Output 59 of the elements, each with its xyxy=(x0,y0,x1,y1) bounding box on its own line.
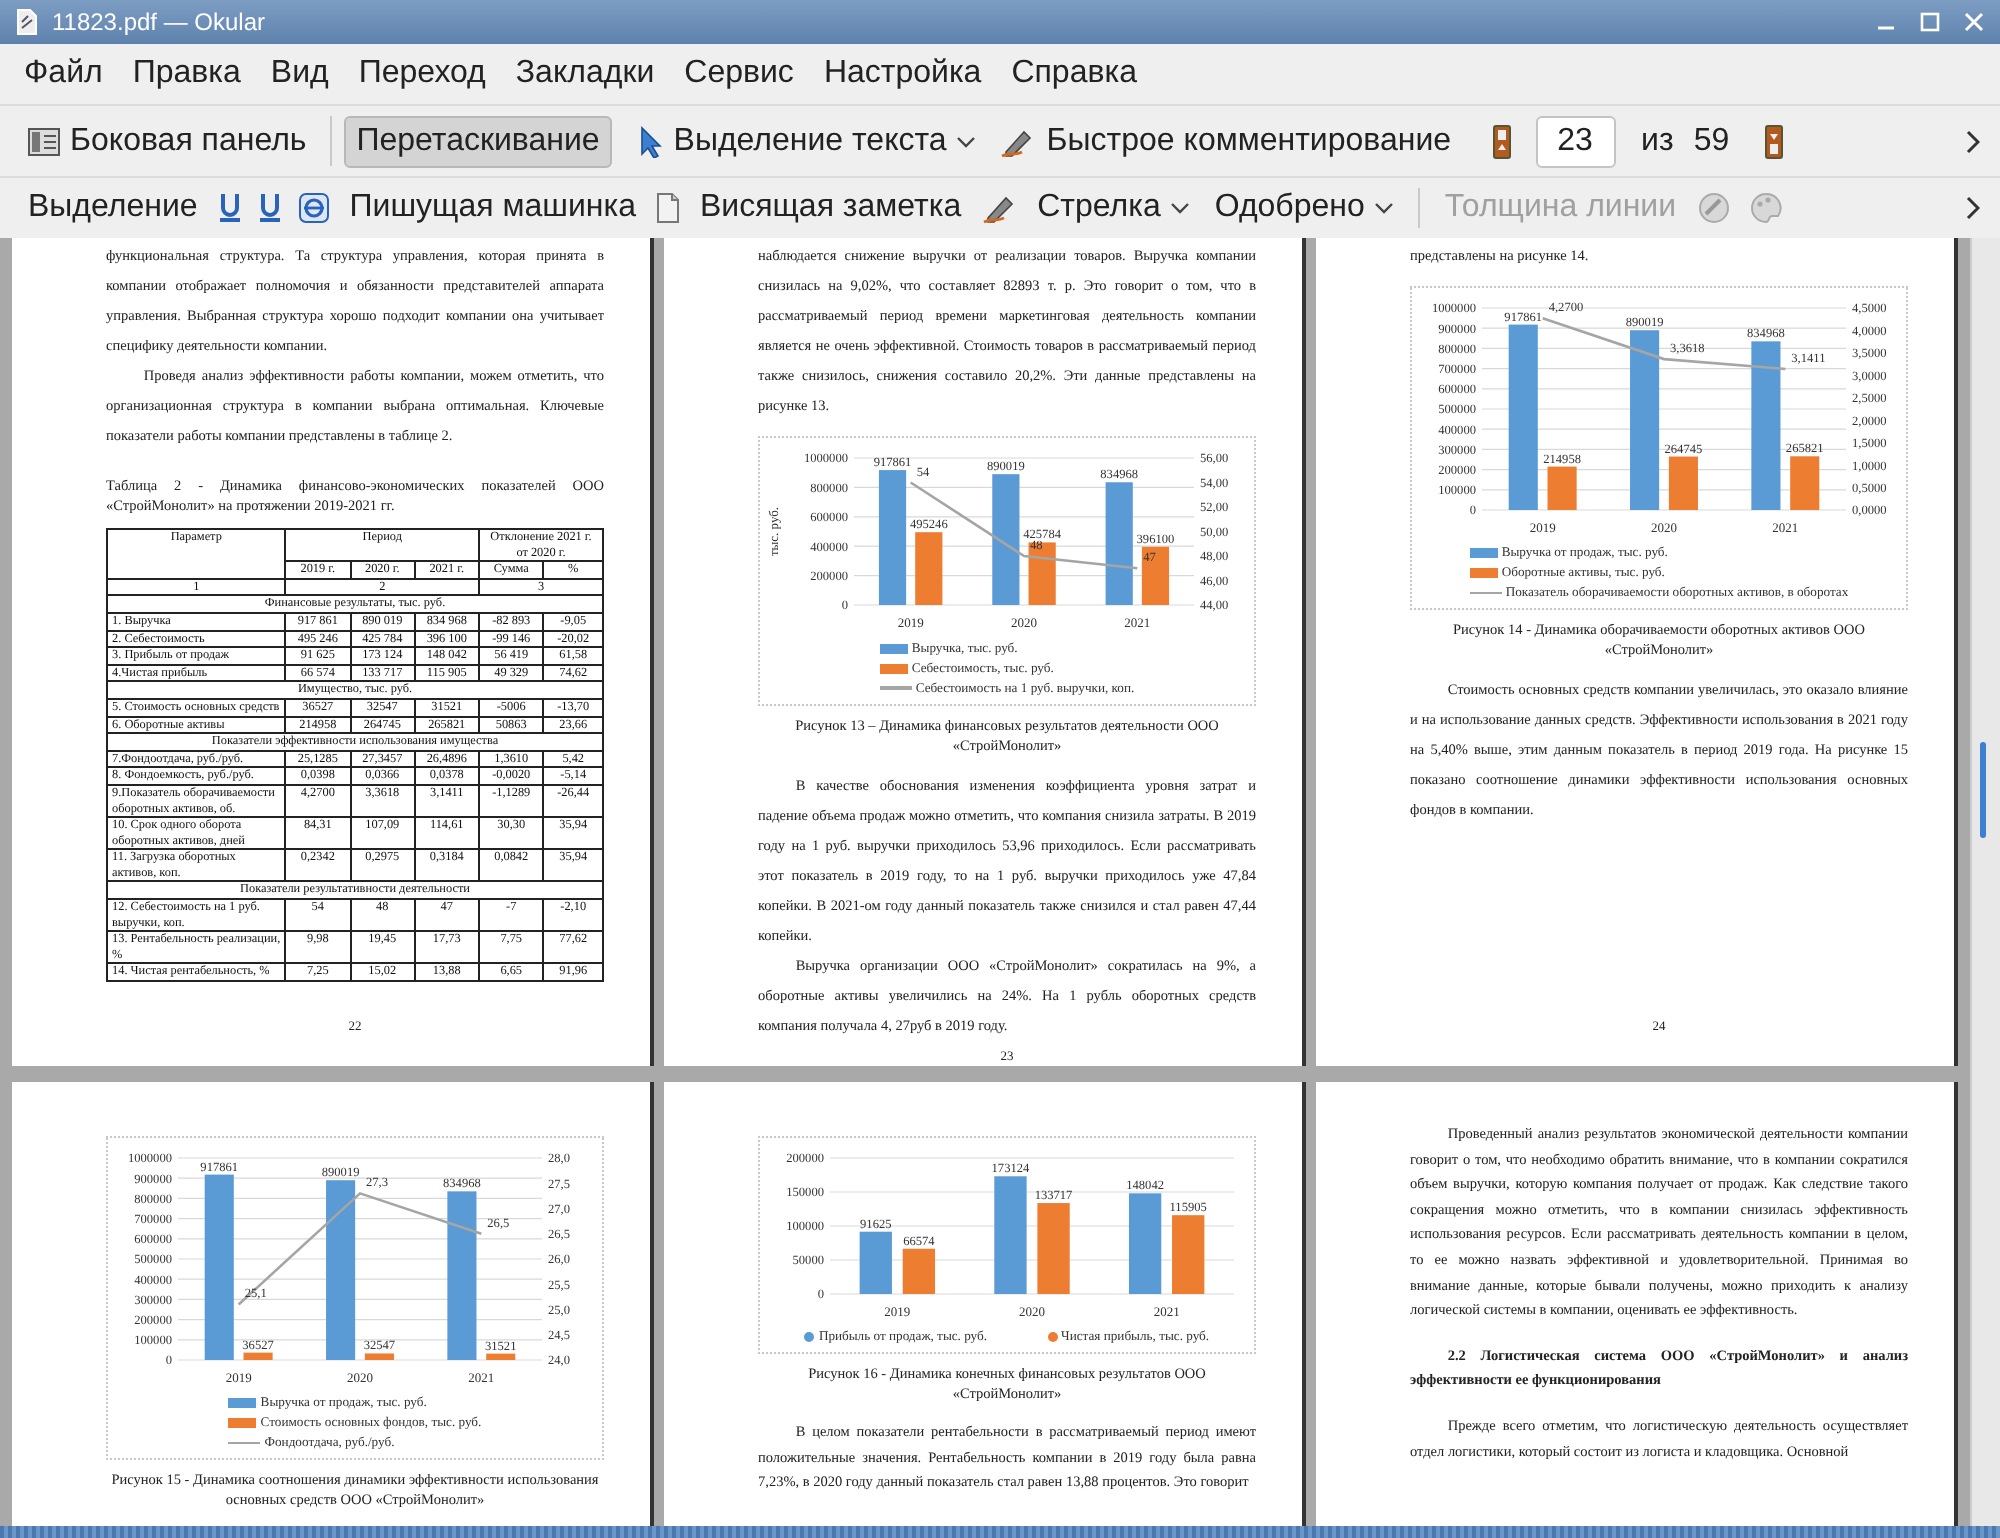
chart-bar xyxy=(1027,542,1055,605)
mode-button[interactable]: Выделение текста xyxy=(627,115,989,167)
chart-bar xyxy=(1667,456,1697,510)
annotation-tool-button[interactable]: Выделение xyxy=(16,182,210,234)
menu-item[interactable]: Сервис xyxy=(670,50,808,98)
annotation-tool-button[interactable]: Висящая заметка xyxy=(687,182,974,234)
menu-item[interactable]: Вид xyxy=(256,50,343,98)
previous-page-icon[interactable] xyxy=(1491,123,1512,159)
strikeout-icon[interactable] xyxy=(297,192,330,224)
chart-bar xyxy=(914,532,942,605)
app-icon xyxy=(12,8,40,36)
mode-button[interactable]: Перетаскивание xyxy=(344,115,612,167)
pen-icon xyxy=(1000,125,1037,157)
chart-bar xyxy=(991,474,1019,605)
annotation-tool-button[interactable]: Одобрено xyxy=(1202,182,1407,234)
close-icon[interactable] xyxy=(1964,12,1984,32)
chart-bar xyxy=(993,1176,1026,1294)
chart-bar xyxy=(1104,482,1132,605)
menu-item[interactable]: Справка xyxy=(997,50,1151,98)
chart-bar xyxy=(485,1353,515,1360)
chart-bar xyxy=(901,1248,935,1294)
menu-item[interactable]: Настройка xyxy=(809,50,996,98)
menu-item[interactable]: Переход xyxy=(344,50,500,98)
menu-item[interactable]: Закладки xyxy=(501,50,669,98)
note-icon xyxy=(655,192,680,224)
caret-icon[interactable] xyxy=(1374,200,1395,216)
caret-icon[interactable] xyxy=(1170,200,1191,216)
page-of-label: из xyxy=(1639,123,1676,159)
chevron-right-icon[interactable] xyxy=(1964,196,1980,220)
underline-icon[interactable] xyxy=(257,192,282,224)
tool-button[interactable]: Быстрое комментирование xyxy=(988,115,1464,167)
annotation-tool-button[interactable]: Стрелка xyxy=(1025,182,1203,234)
scrollbar[interactable] xyxy=(1970,238,2000,1526)
annotation-tool-button[interactable]: Пишущая машинка xyxy=(337,182,648,234)
maximize-icon[interactable] xyxy=(1920,12,1940,32)
sidebar-icon xyxy=(28,127,60,155)
mode-button[interactable]: Боковая панель xyxy=(16,115,319,167)
menu-item[interactable]: Правка xyxy=(118,50,255,98)
next-page-icon[interactable] xyxy=(1763,123,1784,159)
scrollbar-thumb[interactable] xyxy=(1980,742,1986,838)
chevron-right-icon[interactable] xyxy=(1964,129,1980,153)
chart-bar xyxy=(858,1231,891,1294)
menu-item[interactable]: Файл xyxy=(10,50,117,98)
chart-bar xyxy=(877,470,906,605)
chart-bar xyxy=(242,1352,272,1360)
chart-bar xyxy=(363,1353,393,1360)
underline-icon[interactable] xyxy=(217,192,242,224)
chart-bar xyxy=(1789,456,1819,510)
chart-bar xyxy=(1546,466,1576,510)
chart-bar xyxy=(1140,546,1169,605)
window-title: 11823.pdf — Okular xyxy=(52,8,268,36)
chart-bar xyxy=(1036,1203,1069,1294)
pen-icon xyxy=(981,192,1018,224)
chart-bar xyxy=(1127,1193,1161,1294)
caret-icon[interactable] xyxy=(956,133,977,149)
page-count: 59 xyxy=(1691,123,1732,159)
chart-bar xyxy=(1171,1215,1204,1294)
page-number-field[interactable]: 23 xyxy=(1535,115,1616,167)
cursor-icon xyxy=(639,125,664,157)
